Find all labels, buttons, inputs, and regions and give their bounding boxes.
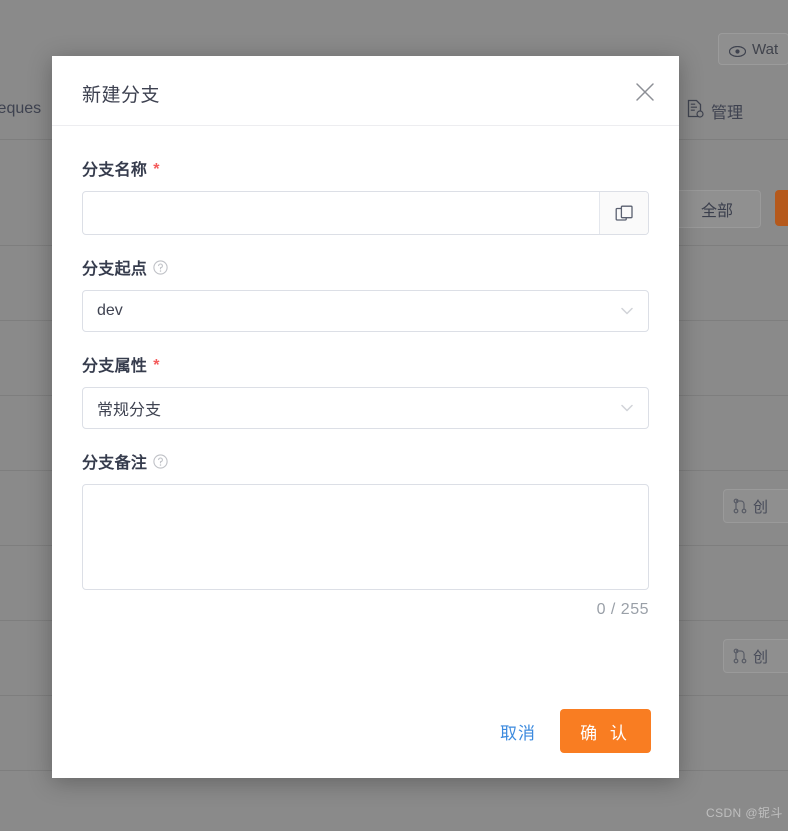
filter-all-label: 全部 bbox=[701, 197, 733, 221]
watch-button[interactable]: Wat bbox=[718, 33, 788, 65]
eye-icon bbox=[729, 44, 746, 55]
field-branch-attribute-label-text: 分支属性 bbox=[82, 352, 147, 376]
watermark: CSDN @铌斗 bbox=[706, 804, 783, 821]
nav-item-pull-request-label: Reques bbox=[0, 100, 41, 118]
chevron-down-icon bbox=[619, 303, 635, 319]
table-row-create-mr-label: 创 bbox=[753, 496, 768, 517]
primary-action-button[interactable] bbox=[775, 190, 788, 226]
nav-item-pull-request[interactable]: Reques bbox=[0, 100, 41, 118]
field-branch-source-label-text: 分支起点 bbox=[82, 255, 147, 279]
help-circle-icon[interactable] bbox=[153, 260, 168, 275]
filter-all-button[interactable]: 全部 bbox=[673, 190, 761, 228]
branch-name-input-wrapper bbox=[82, 191, 649, 235]
copy-icon[interactable] bbox=[599, 192, 648, 234]
field-branch-remark-label-text: 分支备注 bbox=[82, 449, 147, 473]
branch-source-select[interactable]: dev bbox=[82, 290, 649, 332]
field-branch-attribute-label: 分支属性 * bbox=[82, 352, 649, 376]
chevron-down-icon bbox=[619, 400, 635, 416]
watch-button-label: Wat bbox=[752, 41, 778, 58]
confirm-button[interactable]: 确 认 bbox=[560, 709, 651, 753]
merge-request-icon bbox=[733, 648, 747, 664]
branch-name-input[interactable] bbox=[83, 192, 599, 234]
required-mark: * bbox=[153, 358, 160, 374]
branch-remark-textarea[interactable] bbox=[82, 484, 649, 590]
branch-source-value: dev bbox=[97, 302, 123, 320]
dialog-body: 分支名称 * 分支起点 bbox=[52, 126, 679, 619]
field-branch-name-label: 分支名称 * bbox=[82, 156, 649, 180]
field-branch-source-label: 分支起点 bbox=[82, 255, 649, 279]
dialog-footer: 取消 确 认 bbox=[498, 709, 651, 753]
merge-request-icon bbox=[733, 498, 747, 514]
new-branch-dialog: 新建分支 分支名称 * bbox=[52, 56, 679, 778]
field-branch-remark-label: 分支备注 bbox=[82, 449, 649, 473]
dialog-header: 新建分支 bbox=[52, 56, 679, 126]
nav-item-manage[interactable]: 管理 bbox=[686, 99, 743, 123]
field-branch-source: 分支起点 dev bbox=[82, 255, 649, 332]
field-branch-attribute: 分支属性 * 常规分支 bbox=[82, 352, 649, 429]
cancel-button[interactable]: 取消 bbox=[498, 715, 538, 748]
field-branch-name: 分支名称 * bbox=[82, 156, 649, 235]
table-row-create-mr-button[interactable]: 创 bbox=[723, 639, 788, 673]
document-settings-icon bbox=[686, 99, 704, 123]
nav-item-manage-label: 管理 bbox=[711, 99, 743, 123]
char-counter: 0 / 255 bbox=[82, 601, 649, 619]
field-branch-remark: 分支备注 0 / 255 bbox=[82, 449, 649, 619]
required-mark: * bbox=[153, 162, 160, 178]
branch-attribute-select[interactable]: 常规分支 bbox=[82, 387, 649, 429]
close-icon[interactable] bbox=[627, 74, 663, 110]
table-row-create-mr-button[interactable]: 创 bbox=[723, 489, 788, 523]
dialog-title: 新建分支 bbox=[82, 80, 160, 107]
table-row-create-mr-label: 创 bbox=[753, 646, 768, 667]
field-branch-name-label-text: 分支名称 bbox=[82, 156, 147, 180]
help-circle-icon[interactable] bbox=[153, 454, 168, 469]
branch-attribute-value: 常规分支 bbox=[97, 396, 161, 420]
